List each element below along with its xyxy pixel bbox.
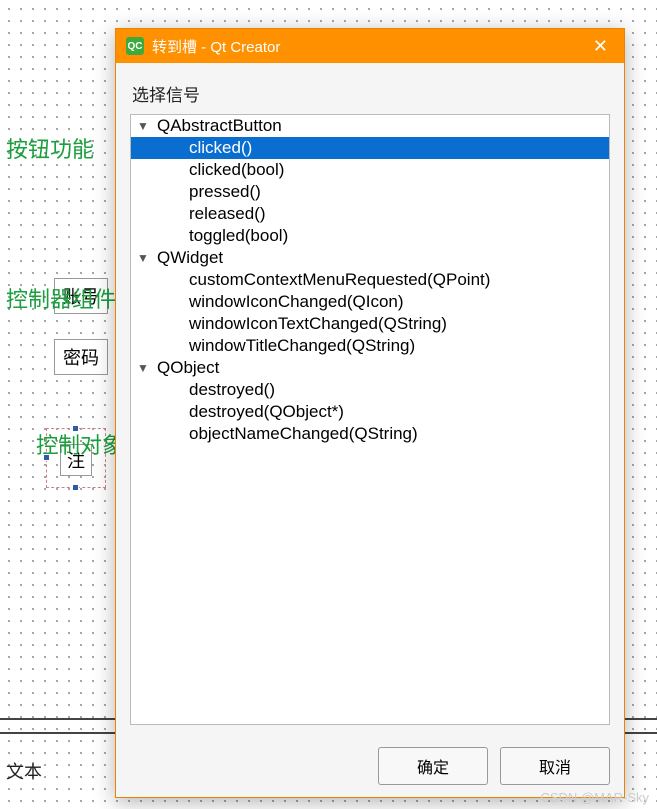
tree-item[interactable]: clicked() xyxy=(131,137,609,159)
tree-item[interactable]: destroyed() xyxy=(131,379,609,401)
tree-item[interactable]: pressed() xyxy=(131,181,609,203)
chevron-down-icon[interactable]: ▼ xyxy=(137,119,151,133)
tree-group-label: QAbstractButton xyxy=(157,116,282,136)
dialog-title: 转到槽 - Qt Creator xyxy=(152,36,280,57)
goto-slot-dialog: QC 转到槽 - Qt Creator ✕ 选择信号 ▼ QAbstractBut… xyxy=(115,28,625,798)
tree-item[interactable]: released() xyxy=(131,203,609,225)
text-label: 文本 xyxy=(6,758,42,784)
annotation-button-func: 按钮功能 xyxy=(6,132,94,164)
chevron-down-icon[interactable]: ▼ xyxy=(137,251,151,265)
tree-item[interactable]: objectNameChanged(QString) xyxy=(131,423,609,445)
titlebar[interactable]: QC 转到槽 - Qt Creator ✕ xyxy=(116,29,624,63)
tree-group[interactable]: ▼ QWidget xyxy=(131,247,609,269)
close-icon[interactable]: ✕ xyxy=(587,36,614,57)
cancel-button[interactable]: 取消 xyxy=(500,747,610,785)
dialog-button-row: 确定 取消 xyxy=(116,735,624,797)
watermark: CSDN @MAR-Sky xyxy=(540,790,649,805)
tree-item[interactable]: windowTitleChanged(QString) xyxy=(131,335,609,357)
tree-item[interactable]: customContextMenuRequested(QPoint) xyxy=(131,269,609,291)
resize-handle[interactable] xyxy=(72,484,79,491)
tree-item[interactable]: clicked(bool) xyxy=(131,159,609,181)
ok-button[interactable]: 确定 xyxy=(378,747,488,785)
signal-tree[interactable]: ▼ QAbstractButtonclicked()clicked(bool)pr… xyxy=(130,114,610,725)
annotation-control-obj: 控制对象 xyxy=(36,428,124,460)
tree-group-label: QObject xyxy=(157,358,219,378)
app-icon: QC xyxy=(126,37,144,55)
chevron-down-icon[interactable]: ▼ xyxy=(137,361,151,375)
tree-group-label: QWidget xyxy=(157,248,223,268)
tree-group[interactable]: ▼ QAbstractButton xyxy=(131,115,609,137)
section-label: 选择信号 xyxy=(130,73,610,114)
tree-group[interactable]: ▼ QObject xyxy=(131,357,609,379)
tree-item[interactable]: windowIconChanged(QIcon) xyxy=(131,291,609,313)
tree-item[interactable]: toggled(bool) xyxy=(131,225,609,247)
tree-item[interactable]: windowIconTextChanged(QString) xyxy=(131,313,609,335)
password-label: 密码 xyxy=(54,339,108,375)
tree-item[interactable]: destroyed(QObject*) xyxy=(131,401,609,423)
